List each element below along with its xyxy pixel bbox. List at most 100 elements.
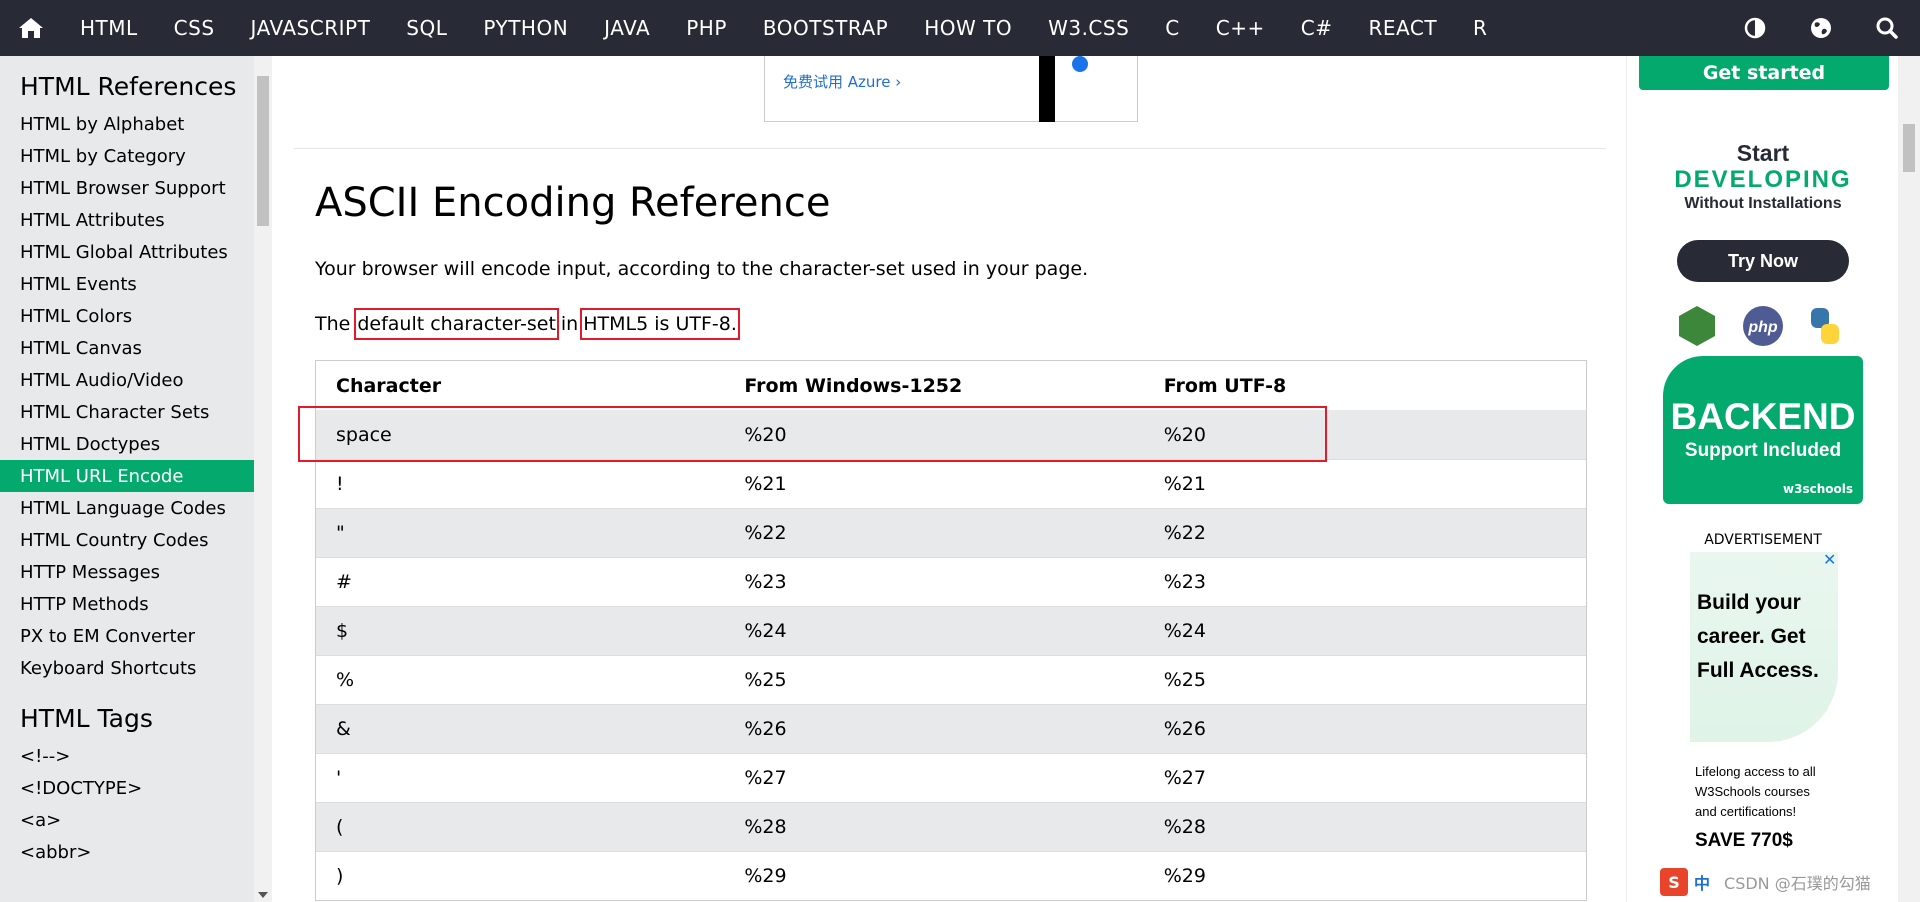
sidebar-item-html-canvas[interactable]: HTML Canvas bbox=[0, 332, 254, 364]
nav-item-python[interactable]: PYTHON bbox=[465, 0, 586, 56]
csdn-watermark: CSDN @石璞的勾猫 bbox=[1724, 874, 1871, 893]
nav-item-r[interactable]: R bbox=[1455, 0, 1505, 56]
sidebar-item-html-doctypes[interactable]: HTML Doctypes bbox=[0, 428, 254, 460]
scroll-down-arrow-icon[interactable] bbox=[258, 892, 268, 898]
sidebar-item-keyboard-shortcuts[interactable]: Keyboard Shortcuts bbox=[0, 652, 254, 684]
nav-item-javascript[interactable]: JAVASCRIPT bbox=[233, 0, 389, 56]
sidebar-item-html-colors[interactable]: HTML Colors bbox=[0, 300, 254, 332]
nav-item-c#[interactable]: C# bbox=[1283, 0, 1351, 56]
column-header: Character bbox=[336, 374, 442, 397]
ime-language-label[interactable]: 中 bbox=[1694, 870, 1710, 894]
sidebar-item-html-events[interactable]: HTML Events bbox=[0, 268, 254, 300]
table-cell: ) bbox=[336, 865, 344, 887]
table-row: # %23 %23 bbox=[316, 557, 1586, 606]
home-icon[interactable] bbox=[0, 0, 62, 56]
main-content: 免费试用 Azure › ASCII Encoding Reference Yo… bbox=[272, 56, 1626, 902]
table-row: " %22 %22 bbox=[316, 508, 1586, 557]
sidebar-heading-tags: HTML Tags bbox=[20, 703, 153, 733]
table-cell: ! bbox=[336, 473, 344, 495]
table-cell: ' bbox=[336, 767, 342, 789]
table-cell: & bbox=[336, 718, 351, 740]
nav-item-css[interactable]: CSS bbox=[156, 0, 233, 56]
intro-text: Your browser will encode input, accordin… bbox=[315, 258, 1089, 280]
table-row: (%28 %28 bbox=[316, 802, 1586, 851]
sidebar-item-html-attributes[interactable]: HTML Attributes bbox=[0, 204, 254, 236]
globe-icon[interactable] bbox=[1788, 0, 1854, 56]
sidebar-item-html-global-attributes[interactable]: HTML Global Attributes bbox=[0, 236, 254, 268]
try-now-button[interactable]: Try Now bbox=[1677, 240, 1849, 282]
table-cell: %26 bbox=[744, 718, 787, 740]
nav-item-react[interactable]: REACT bbox=[1350, 0, 1455, 56]
sidebar-tag-item[interactable]: <!DOCTYPE> bbox=[0, 772, 254, 804]
table-cell: %24 bbox=[1163, 620, 1206, 642]
sidebar-tag-item[interactable]: <abbr> bbox=[0, 836, 254, 868]
table-cell: %20 bbox=[1163, 423, 1206, 446]
sidebar-item-html-character-sets[interactable]: HTML Character Sets bbox=[0, 396, 254, 428]
charset-prefix: The bbox=[315, 313, 351, 335]
table-cell: " bbox=[336, 522, 345, 544]
nav-item-how-to[interactable]: HOW TO bbox=[906, 0, 1030, 56]
table-row: space %20 %20 bbox=[316, 410, 1586, 459]
sogou-ime-icon[interactable]: S bbox=[1660, 868, 1688, 896]
ad-without-installations: Without Installations bbox=[1684, 195, 1842, 212]
get-started-button[interactable]: Get started bbox=[1639, 56, 1889, 90]
nav-item-bootstrap[interactable]: BOOTSTRAP bbox=[745, 0, 906, 56]
table-cell: # bbox=[336, 571, 352, 593]
sidebar-item-html-by-alphabet[interactable]: HTML by Alphabet bbox=[0, 108, 254, 140]
ad-graphic-bar bbox=[1039, 56, 1055, 122]
ad-graphic-dot bbox=[1072, 56, 1088, 72]
backend-ad-banner[interactable]: BACKEND Support Included w3schools bbox=[1663, 356, 1863, 504]
table-cell: %24 bbox=[744, 620, 787, 642]
sidebar-item-html-by-category[interactable]: HTML by Category bbox=[0, 140, 254, 172]
charset-middle: in bbox=[560, 313, 579, 335]
nav-item-html[interactable]: HTML bbox=[62, 0, 156, 56]
sidebar-tag-item[interactable]: <a> bbox=[0, 804, 254, 836]
contrast-icon[interactable] bbox=[1722, 0, 1788, 56]
ime-toolbar: S 中 CSDN @石璞的勾猫 bbox=[1660, 868, 1871, 896]
sidebar-item-html-country-codes[interactable]: HTML Country Codes bbox=[0, 524, 254, 556]
sidebar-item-html-language-codes[interactable]: HTML Language Codes bbox=[0, 492, 254, 524]
ad-start-text: Start bbox=[1736, 140, 1790, 166]
table-row: $ %24 %24 bbox=[316, 606, 1586, 655]
nav-item-w3-css[interactable]: W3.CSS bbox=[1030, 0, 1147, 56]
azure-ad[interactable]: 免费试用 Azure › bbox=[764, 56, 1138, 122]
charset-highlight-default: default character-set bbox=[354, 308, 559, 340]
table-cell: %29 bbox=[1163, 865, 1206, 887]
nav-item-php[interactable]: PHP bbox=[668, 0, 745, 56]
close-icon[interactable]: ✕ bbox=[1823, 552, 1839, 568]
page-scroll-thumb[interactable] bbox=[1903, 124, 1915, 172]
table-header-row: Character From Windows-1252 From UTF-8 bbox=[316, 361, 1586, 410]
svg-text:php: php bbox=[1747, 319, 1778, 336]
table-cell: %25 bbox=[1163, 669, 1206, 691]
sidebar-scrollbar[interactable] bbox=[254, 56, 272, 902]
backend-title: BACKEND bbox=[1670, 396, 1856, 437]
backend-subtitle: Support Included bbox=[1684, 440, 1842, 461]
search-icon[interactable] bbox=[1854, 0, 1920, 56]
table-cell: %28 bbox=[1163, 816, 1206, 838]
table-cell: %27 bbox=[1163, 767, 1206, 789]
nav-item-c[interactable]: C bbox=[1147, 0, 1197, 56]
advertisement-label: ADVERTISEMENT bbox=[1704, 532, 1822, 548]
azure-trial-link[interactable]: 免费试用 Azure › bbox=[783, 71, 901, 92]
career-ad-headline: Build your career. Get Full Access. bbox=[1697, 591, 1819, 682]
nav-item-sql[interactable]: SQL bbox=[388, 0, 465, 56]
sidebar-tag-item[interactable]: <!--> bbox=[0, 740, 254, 772]
page-title: ASCII Encoding Reference bbox=[315, 180, 831, 226]
table-cell: %27 bbox=[744, 767, 787, 789]
sidebar-item-http-methods[interactable]: HTTP Methods bbox=[0, 588, 254, 620]
page-scrollbar[interactable] bbox=[1898, 56, 1920, 902]
table-cell: %28 bbox=[744, 816, 787, 838]
sidebar-item-html-browser-support[interactable]: HTML Browser Support bbox=[0, 172, 254, 204]
sidebar-item-http-messages[interactable]: HTTP Messages bbox=[0, 556, 254, 588]
table-row: ! %21 %21 bbox=[316, 459, 1586, 508]
table-cell: % bbox=[336, 669, 355, 691]
charset-highlight-utf8: HTML5 is UTF-8. bbox=[580, 308, 740, 340]
sidebar-item-px-to-em-converter[interactable]: PX to EM Converter bbox=[0, 620, 254, 652]
table-cell: $ bbox=[336, 620, 349, 642]
sidebar-scroll-thumb[interactable] bbox=[257, 76, 269, 226]
table-row: ) %29 %29 bbox=[316, 851, 1586, 900]
sidebar-item-html-audio-video[interactable]: HTML Audio/Video bbox=[0, 364, 254, 396]
sidebar-item-html-url-encode[interactable]: HTML URL Encode bbox=[0, 460, 254, 492]
nav-item-java[interactable]: JAVA bbox=[586, 0, 668, 56]
nav-item-c++[interactable]: C++ bbox=[1198, 0, 1283, 56]
